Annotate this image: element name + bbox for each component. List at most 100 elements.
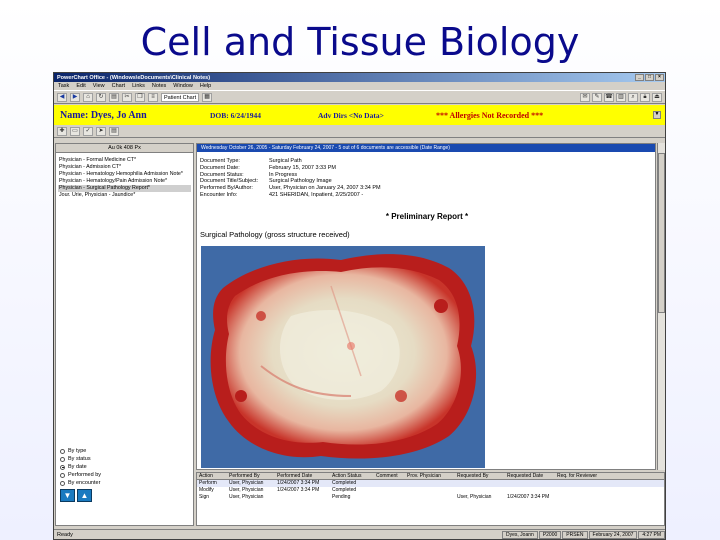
radio-dot-selected — [60, 464, 65, 470]
calendar-icon[interactable]: ▦ — [202, 92, 213, 102]
patient-chart-button[interactable]: Patient Chart — [161, 92, 200, 102]
radio-dot — [60, 448, 65, 454]
radio-dot — [60, 456, 65, 462]
radio-label: By date — [68, 464, 87, 470]
copy-icon[interactable]: ❐ — [135, 92, 145, 102]
window-title: PowerChart Office - (Windows\eDocuments\… — [57, 74, 211, 81]
minimize-icon[interactable]: _ — [635, 74, 644, 81]
phone-icon[interactable]: ☎ — [604, 92, 614, 102]
radio-by-type[interactable]: By type — [60, 447, 101, 455]
menu-help[interactable]: Help — [200, 83, 211, 89]
list-icon[interactable]: ≡ — [148, 92, 158, 102]
radio-by-status[interactable]: By status — [60, 455, 101, 463]
meta-value: Surgical Path — [269, 158, 302, 164]
search-icon[interactable]: ⌕ — [628, 92, 638, 102]
meta-key: Document Status: — [200, 171, 244, 178]
table-row[interactable]: Sign User, Physician Pending User, Physi… — [197, 494, 664, 501]
column-header[interactable]: Prov. Physician — [405, 473, 455, 479]
inbox-icon[interactable]: ✉ — [580, 92, 590, 102]
lock-icon[interactable]: 🔒︎ — [640, 92, 650, 102]
table-cell: User, Physician — [229, 487, 264, 493]
column-header[interactable]: Comment — [374, 473, 405, 479]
back-arrow-icon[interactable]: ◀ — [57, 92, 67, 102]
note-list-item[interactable]: Physician - Hematology/Pain Admission No… — [58, 178, 191, 185]
powerchart-window: PowerChart Office - (Windows\eDocuments\… — [53, 72, 666, 540]
status-bar: Ready Dyes, Joann P2000 PRSEN February 2… — [54, 529, 665, 539]
mail-icon[interactable]: ✎ — [592, 92, 602, 102]
preliminary-report-label: * Preliminary Report * — [385, 212, 469, 221]
specimen-tissue-image — [201, 246, 485, 468]
forward-note-icon[interactable]: ➤ — [96, 127, 106, 136]
table-cell: Pending — [332, 494, 351, 500]
refresh-icon[interactable]: ↻ — [96, 92, 106, 102]
document-scrollbar[interactable] — [657, 143, 665, 470]
menu-bar: Task Edit View Chart Links Notes Window … — [54, 82, 665, 90]
notes-list-panel: Au 0k 408 Px Physician - Formal Medicine… — [55, 143, 194, 526]
menu-task[interactable]: Task — [58, 83, 69, 89]
column-header[interactable]: Performed Date — [275, 473, 330, 479]
notes-list: Physician - Formal Medicine CT* Physicia… — [56, 153, 193, 199]
radio-label: By encounter — [68, 480, 101, 486]
down-arrow-icon[interactable]: ▼ — [60, 489, 75, 502]
radio-performed-by[interactable]: Performed by — [60, 471, 101, 479]
table-cell — [275, 494, 330, 501]
meta-value: 421 SHERIDAN, Inpatient, 2/25/2007 - — [269, 191, 364, 198]
column-header[interactable]: Performed By — [227, 473, 275, 479]
grid-header-row: Action Performed By Performed Date Actio… — [197, 473, 664, 480]
note-list-item[interactable]: Physician - Admission CT* — [58, 164, 191, 171]
forward-arrow-icon[interactable]: ▶ — [70, 92, 80, 102]
column-header[interactable]: Req. for Reviewer — [555, 473, 615, 479]
column-header[interactable]: Action Status — [330, 473, 374, 479]
exit-icon[interactable]: ⏏ — [652, 92, 662, 102]
table-row[interactable]: Perform User, Physician 1/24/2007 3:34 P… — [197, 480, 664, 487]
menu-view[interactable]: View — [93, 83, 105, 89]
note-list-item[interactable]: Physician - Formal Medicine CT* — [58, 157, 191, 164]
status-user: Dyes, Joann — [502, 530, 538, 539]
menu-edit[interactable]: Edit — [76, 83, 85, 89]
nav-arrows: ▼ ▲ — [60, 489, 92, 502]
new-note-icon[interactable]: ✚ — [57, 127, 67, 136]
meta-key: Performed By/Author: — [200, 185, 253, 192]
menu-window[interactable]: Window — [173, 83, 193, 89]
print-icon[interactable]: ▤ — [109, 92, 119, 102]
close-icon[interactable]: × — [655, 74, 664, 81]
home-icon[interactable]: ⌂ — [83, 92, 93, 102]
column-header[interactable]: Action — [197, 473, 227, 479]
document-viewer: Wednesday October 26, 2005 - Saturday Fe… — [196, 143, 656, 470]
table-cell: User, Physician — [229, 480, 264, 486]
radio-by-date[interactable]: By date — [60, 463, 101, 471]
up-arrow-icon[interactable]: ▲ — [77, 489, 92, 502]
radio-label: By type — [68, 448, 87, 454]
note-list-item[interactable]: Jour. Urie, Physician - Jaundice* — [58, 192, 191, 199]
meta-value: Surgical Pathology Image — [269, 178, 332, 185]
sign-note-icon[interactable]: ✓ — [83, 127, 93, 136]
note-list-item-selected[interactable]: Physician - Surgical Pathology Report* — [58, 185, 191, 192]
status-text: Ready — [57, 531, 73, 538]
scissors-icon[interactable]: ✂ — [122, 92, 132, 102]
maximize-icon[interactable]: □ — [645, 74, 654, 81]
radio-by-encounter[interactable]: By encounter — [60, 479, 101, 487]
radio-dot — [60, 472, 65, 478]
column-header[interactable]: Requested Date — [505, 473, 555, 479]
main-toolbar: ◀ ▶ ⌂ ↻ ▤ ✂ ❐ ≡ Patient Chart ▦ ✉ ✎ ☎ ▥ … — [54, 90, 665, 104]
allergy-alert: *** Allergies Not Recorded *** — [436, 110, 544, 120]
meta-key: Document Date: — [200, 164, 240, 171]
patient-dob: DOB: 6/24/1944 — [210, 110, 262, 120]
menu-notes[interactable]: Notes — [152, 83, 166, 89]
note-list-item[interactable]: Physician - Hematology Hemophilia Admiss… — [58, 171, 191, 178]
table-cell: Perform — [199, 480, 217, 486]
chart-icon[interactable]: ▥ — [616, 92, 626, 102]
meta-value: User, Physician on January 24, 2007 3:34… — [269, 185, 381, 192]
table-row[interactable]: Modify User, Physician 1/24/2007 3:34 PM… — [197, 487, 664, 494]
print-note-icon[interactable]: ▤ — [109, 127, 119, 136]
status-domain: P2000 — [538, 530, 562, 539]
column-header[interactable]: Requested By — [455, 473, 505, 479]
table-cell: Modify — [199, 487, 214, 493]
status-code: PRSEN — [562, 530, 588, 539]
open-note-icon[interactable]: ▭ — [70, 127, 80, 136]
menu-links[interactable]: Links — [132, 83, 145, 89]
banner-dropdown-icon[interactable]: ▼ — [653, 111, 661, 119]
menu-chart[interactable]: Chart — [112, 83, 125, 89]
radio-dot — [60, 480, 65, 486]
scrollbar-thumb[interactable] — [658, 153, 665, 313]
